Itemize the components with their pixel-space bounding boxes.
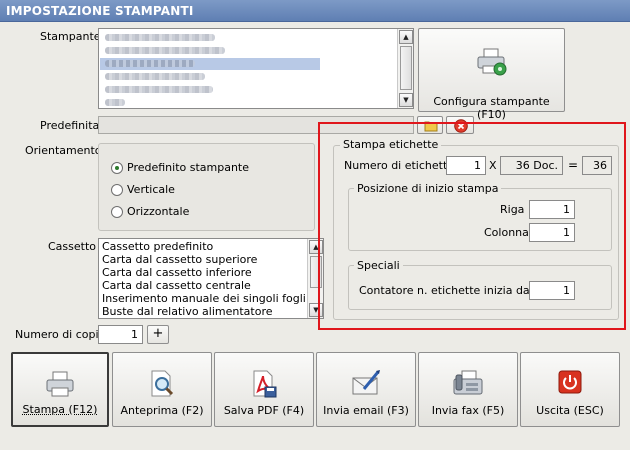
- labels-group-title: Stampa etichette: [340, 138, 442, 151]
- default-printer-label: Predefinita: [40, 119, 100, 132]
- tray-list-scrollbar[interactable]: ▲ ▼: [307, 239, 323, 318]
- tray-label: Cassetto: [48, 240, 97, 253]
- printer-entry-blurred[interactable]: [105, 60, 195, 67]
- scroll-thumb[interactable]: [400, 46, 412, 90]
- save-pdf-button[interactable]: Salva PDF (F4): [214, 352, 314, 427]
- exit-button[interactable]: Uscita (ESC): [520, 352, 620, 427]
- printer-label: Stampante: [40, 30, 101, 43]
- exit-label: Uscita (ESC): [536, 404, 604, 417]
- email-icon: [352, 370, 380, 395]
- orientation-label: Orientamento: [25, 144, 102, 157]
- copies-label: Numero di copie: [15, 328, 106, 341]
- orientation-option-default[interactable]: Predefinito stampante: [111, 161, 249, 174]
- copies-increment-button[interactable]: +: [147, 325, 169, 344]
- radio-default-selected[interactable]: [111, 161, 123, 174]
- default-printer-field: [98, 116, 414, 134]
- tray-item[interactable]: Inserimento manuale dei singoli fogli: [102, 292, 306, 305]
- preview-label: Anteprima (F2): [120, 404, 204, 417]
- times-sign: X: [489, 159, 497, 172]
- orientation-option-label: Orizzontale: [127, 205, 190, 218]
- printer-settings-icon: [477, 48, 507, 76]
- labels-total: 36: [582, 156, 612, 175]
- print-label: Stampa (F12): [22, 403, 98, 416]
- print-button[interactable]: Stampa (F12): [11, 352, 109, 427]
- send-fax-button[interactable]: Invia fax (F5): [418, 352, 518, 427]
- printer-icon: [46, 371, 74, 397]
- radio-vertical[interactable]: [111, 183, 123, 196]
- tray-list[interactable]: Cassetto predefinito Carta dal cassetto …: [98, 238, 324, 319]
- send-email-label: Invia email (F3): [323, 404, 409, 417]
- clear-default-button[interactable]: [446, 116, 474, 134]
- column-label: Colonna: [484, 226, 529, 239]
- scroll-down-icon[interactable]: ▼: [399, 93, 413, 107]
- row-label: Riga: [500, 203, 525, 216]
- label-count-input[interactable]: 1: [446, 156, 486, 175]
- tray-item[interactable]: Buste dal relativo alimentatore: [102, 305, 273, 318]
- magnifier-document-icon: [151, 370, 174, 397]
- counter-start-label: Contatore n. etichette inizia da: [359, 284, 530, 297]
- start-position-title: Posizione di inizio stampa: [354, 182, 502, 195]
- scroll-down-icon[interactable]: ▼: [309, 303, 323, 317]
- printer-entry-blurred[interactable]: [105, 34, 215, 41]
- printer-entry-blurred[interactable]: [105, 86, 213, 93]
- orientation-option-vertical[interactable]: Verticale: [111, 183, 175, 196]
- tray-item[interactable]: Carta dal cassetto centrale: [102, 279, 251, 292]
- printer-list[interactable]: ▲ ▼: [98, 28, 414, 109]
- equals-sign: =: [568, 158, 579, 172]
- configure-printer-button[interactable]: Configura stampante (F10): [418, 28, 565, 121]
- copies-input[interactable]: 1: [98, 325, 143, 344]
- orientation-group: Predefinito stampante Verticale Orizzont…: [98, 143, 315, 231]
- delete-icon: [454, 119, 468, 133]
- send-email-button[interactable]: Invia email (F3): [316, 352, 416, 427]
- column-input[interactable]: 1: [529, 223, 575, 242]
- tray-item[interactable]: Carta dal cassetto superiore: [102, 253, 257, 266]
- fax-icon: [453, 370, 483, 395]
- tray-item[interactable]: Cassetto predefinito: [102, 240, 213, 253]
- orientation-option-label: Verticale: [127, 183, 175, 196]
- orientation-option-label: Predefinito stampante: [127, 161, 250, 174]
- send-fax-label: Invia fax (F5): [431, 404, 505, 417]
- scroll-thumb[interactable]: [310, 256, 322, 288]
- power-off-icon: [558, 370, 582, 394]
- pdf-save-icon: [253, 370, 277, 398]
- preview-button[interactable]: Anteprima (F2): [112, 352, 212, 427]
- documents-count: 36 Doc.: [500, 156, 563, 175]
- label-count-label: Numero di etichette: [344, 159, 455, 172]
- folder-icon: [424, 121, 438, 132]
- printer-entry-blurred[interactable]: [105, 47, 225, 54]
- orientation-option-horizontal[interactable]: Orizzontale: [111, 205, 189, 218]
- row-input[interactable]: 1: [529, 200, 575, 219]
- tray-item[interactable]: Carta dal cassetto inferiore: [102, 266, 252, 279]
- radio-horizontal[interactable]: [111, 205, 123, 218]
- counter-start-input[interactable]: 1: [529, 281, 575, 300]
- set-default-button[interactable]: [417, 116, 443, 134]
- scroll-up-icon[interactable]: ▲: [399, 30, 413, 44]
- special-title: Speciali: [354, 259, 403, 272]
- printer-entry-blurred[interactable]: [105, 99, 125, 106]
- save-pdf-label: Salva PDF (F4): [223, 404, 305, 417]
- printer-entry-blurred[interactable]: [105, 73, 205, 80]
- printer-list-scrollbar[interactable]: ▲ ▼: [397, 29, 413, 108]
- window-title: IMPOSTAZIONE STAMPANTI: [0, 0, 630, 22]
- scroll-up-icon[interactable]: ▲: [309, 240, 323, 254]
